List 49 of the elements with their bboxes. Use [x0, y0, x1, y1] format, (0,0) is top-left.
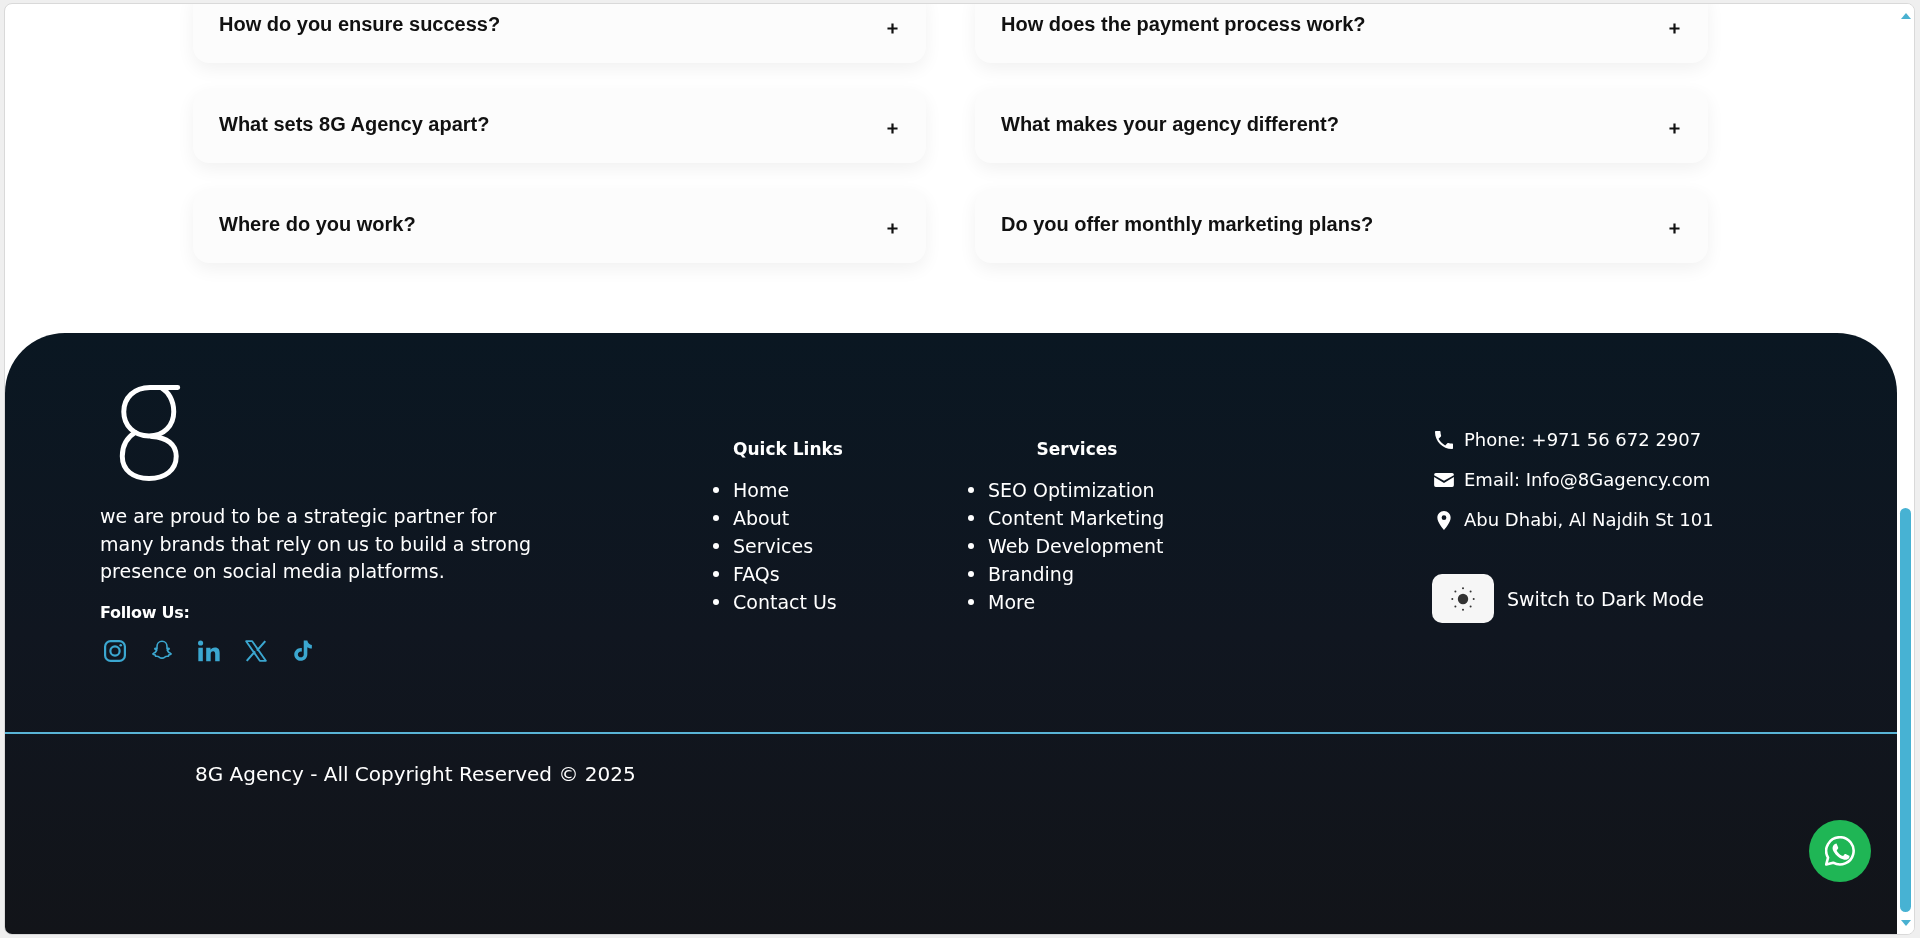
bullet-icon [713, 599, 719, 605]
chat-bubble-icon [1825, 836, 1855, 866]
service-link[interactable]: Branding [988, 560, 1074, 588]
service-link[interactable]: More [988, 588, 1036, 616]
scrollbar-thumb[interactable] [1900, 508, 1911, 912]
bullet-icon [968, 571, 974, 577]
about-text: we are proud to be a strategic partner for many brands that rely on us to build a strong presence on social media platforms. [100, 504, 533, 584]
service-link[interactable]: Content Marketing [988, 504, 1165, 532]
bullet-icon [968, 515, 974, 521]
service-link[interactable]: SEO Optimization [988, 476, 1155, 504]
faq-item[interactable]: How do you ensure success? [193, 4, 926, 63]
service-link[interactable]: Web Development [988, 532, 1164, 560]
faq-item[interactable]: What makes your agency different? [975, 89, 1708, 163]
footer-link[interactable]: Home [733, 476, 790, 504]
copyright-text: 8G Agency - All Copyright Reserved © 2025 [195, 761, 636, 786]
dark-mode-label: Switch to Dark Mode [1507, 586, 1704, 611]
faq-item[interactable]: Do you offer monthly marketing plans? [975, 189, 1708, 263]
bullet-icon [968, 599, 974, 605]
sun-icon [1451, 586, 1475, 611]
theme-toggle-button[interactable] [1432, 574, 1494, 623]
scrollbar[interactable] [1897, 4, 1914, 934]
bullet-icon [713, 543, 719, 549]
footer-link[interactable]: Contact Us [733, 588, 837, 616]
instagram-icon[interactable] [104, 639, 126, 662]
bullet-icon [713, 515, 719, 521]
bullet-icon [968, 543, 974, 549]
x-icon[interactable] [245, 639, 267, 662]
tiktok-icon[interactable] [292, 639, 314, 662]
bullet-icon [713, 487, 719, 493]
quick-links-heading: Quick Links [732, 438, 844, 461]
footer-link[interactable]: Services [733, 532, 814, 560]
snapchat-icon[interactable] [151, 639, 173, 662]
phone-number: Phone: +971 56 672 2907 [1464, 428, 1702, 452]
follow-label: Follow Us: [100, 601, 190, 624]
services-heading: Services [1035, 438, 1119, 461]
bullet-icon [713, 571, 719, 577]
faq-item[interactable]: What sets 8G Agency apart? [193, 89, 926, 163]
footer-link[interactable]: FAQs [733, 560, 780, 588]
phone-icon [1435, 431, 1453, 449]
street-address: Abu Dhabi, Al Najdih St 101 [1464, 508, 1714, 532]
email-address: Email: Info@8Gagency.com [1464, 468, 1711, 492]
bullet-icon [968, 487, 974, 493]
faq-item[interactable]: Where do you work? [193, 189, 926, 263]
envelope-icon [1434, 473, 1454, 487]
linkedin-icon[interactable] [198, 639, 220, 662]
logo-icon [119, 384, 181, 481]
footer-link[interactable]: About [733, 504, 790, 532]
faq-item[interactable]: How does the payment process work? [975, 4, 1708, 63]
map-pin-icon [1437, 510, 1451, 530]
